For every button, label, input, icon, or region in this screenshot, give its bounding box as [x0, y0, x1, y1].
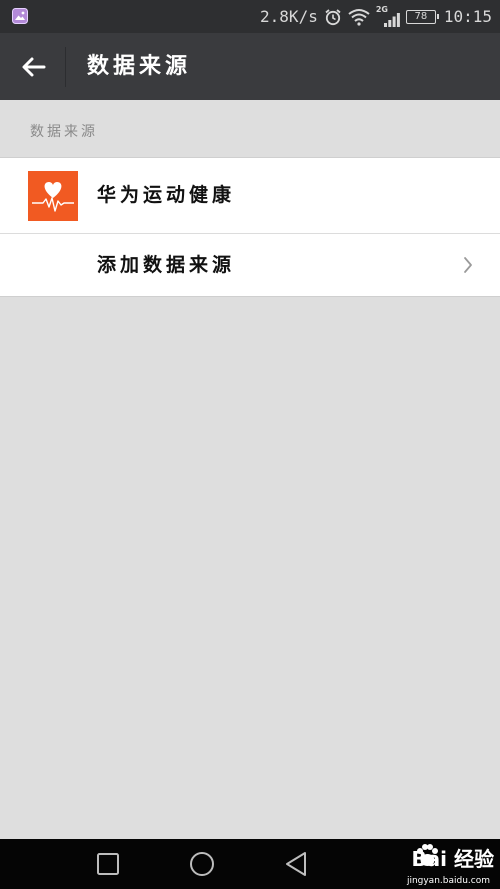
- signal-indicator: 2G: [376, 5, 400, 28]
- section-header: 数据来源: [30, 124, 98, 140]
- baidu-jingyan-watermark: Bai 经验 jingyan.baidu.com: [374, 841, 494, 887]
- signal-icon: [383, 12, 400, 27]
- watermark-subtext: jingyan.baidu.com: [406, 876, 490, 886]
- list-item-label: 添加数据来源: [97, 254, 236, 276]
- recent-apps-icon[interactable]: [94, 850, 122, 878]
- back-icon[interactable]: [283, 850, 311, 878]
- status-bar: 2.8K/s 2G 78 10:15: [0, 0, 500, 33]
- gallery-icon: [12, 8, 28, 24]
- watermark-text: Bai 经验: [411, 847, 494, 871]
- page-title: 数据来源: [87, 54, 192, 79]
- back-arrow-icon[interactable]: [18, 51, 50, 83]
- data-source-list: 华为运动健康 添加数据来源: [0, 157, 500, 297]
- network-speed: 2.8K/s: [260, 7, 318, 26]
- battery-level: 78: [414, 10, 428, 22]
- huawei-health-logo: [28, 171, 78, 221]
- app-bar-divider: [65, 47, 66, 87]
- list-item-label: 华为运动健康: [97, 184, 236, 206]
- clock: 10:15: [443, 7, 492, 26]
- wifi-icon: [348, 8, 370, 26]
- list-item-add-source[interactable]: 添加数据来源: [0, 233, 500, 296]
- status-indicators: 2.8K/s 2G 78 10:15: [260, 0, 492, 33]
- app-bar: 数据来源: [0, 33, 500, 100]
- home-icon[interactable]: [188, 850, 216, 878]
- list-item-huawei-health[interactable]: 华为运动健康: [0, 158, 500, 233]
- alarm-icon: [325, 8, 341, 25]
- chevron-right-icon: [464, 257, 472, 273]
- battery-icon: 78: [405, 9, 439, 24]
- navigation-bar: Bai 经验 jingyan.baidu.com: [0, 839, 500, 889]
